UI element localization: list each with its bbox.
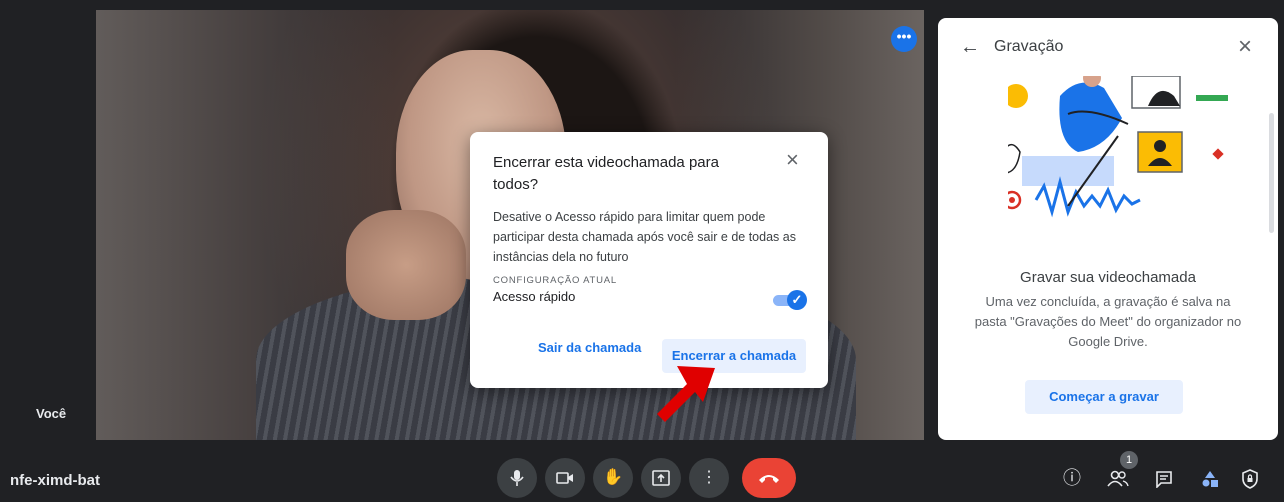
panel-title: Gravação — [994, 38, 1064, 55]
end-call-dialog: Encerrar esta videochamada para todos? ×… — [470, 132, 828, 388]
more-options-icon[interactable]: ⋮ — [689, 458, 729, 498]
camera-icon[interactable] — [545, 458, 585, 498]
dialog-title: Encerrar esta videochamada para todos? — [493, 154, 719, 193]
leave-call-button[interactable]: Sair da chamada — [538, 340, 641, 355]
panel-heading: Gravar sua videochamada — [1020, 269, 1196, 286]
raise-hand-icon[interactable]: ✋ — [593, 458, 633, 498]
quick-access-toggle[interactable]: ✓ — [771, 290, 807, 310]
present-icon[interactable] — [641, 458, 681, 498]
panel-header: ← Gravação × — [938, 18, 1278, 78]
people-icon[interactable] — [1106, 466, 1130, 490]
close-panel-icon[interactable]: × — [1238, 34, 1252, 60]
meet-window: Você ••• ← Gravação × Gravar sua videoch… — [0, 0, 1284, 502]
info-icon[interactable]: ⓘ — [1060, 466, 1084, 490]
hang-up-icon[interactable] — [742, 458, 796, 498]
participants-count-badge: 1 — [1120, 451, 1138, 469]
panel-description: Uma vez concluída, a gravação é salva na… — [974, 294, 1242, 349]
host-controls-icon[interactable] — [1238, 466, 1262, 490]
check-icon: ✓ — [787, 290, 807, 310]
start-recording-button[interactable]: Começar a gravar — [1025, 380, 1183, 414]
annotation-arrow-icon — [657, 366, 715, 422]
microphone-icon[interactable] — [497, 458, 537, 498]
panel-scrollbar[interactable] — [1269, 113, 1274, 233]
recording-illustration — [1008, 76, 1228, 218]
chat-icon[interactable] — [1152, 466, 1176, 490]
video-person-hand — [346, 210, 466, 320]
quick-access-label: Acesso rápido — [493, 289, 576, 304]
meeting-code: nfe-ximd-bat — [10, 472, 100, 489]
recording-panel: ← Gravação × Gravar sua videochamada Uma… — [938, 18, 1278, 440]
self-name-label: Você — [36, 406, 67, 421]
back-arrow-icon[interactable]: ← — [960, 36, 982, 58]
current-setting-caption: CONFIGURAÇÃO ATUAL — [493, 275, 618, 286]
dialog-close-icon[interactable]: × — [786, 148, 799, 172]
activities-icon[interactable] — [1198, 466, 1222, 490]
tile-more-options-icon[interactable]: ••• — [891, 26, 917, 52]
dialog-body: Desative o Acesso rápido para limitar qu… — [493, 210, 796, 264]
